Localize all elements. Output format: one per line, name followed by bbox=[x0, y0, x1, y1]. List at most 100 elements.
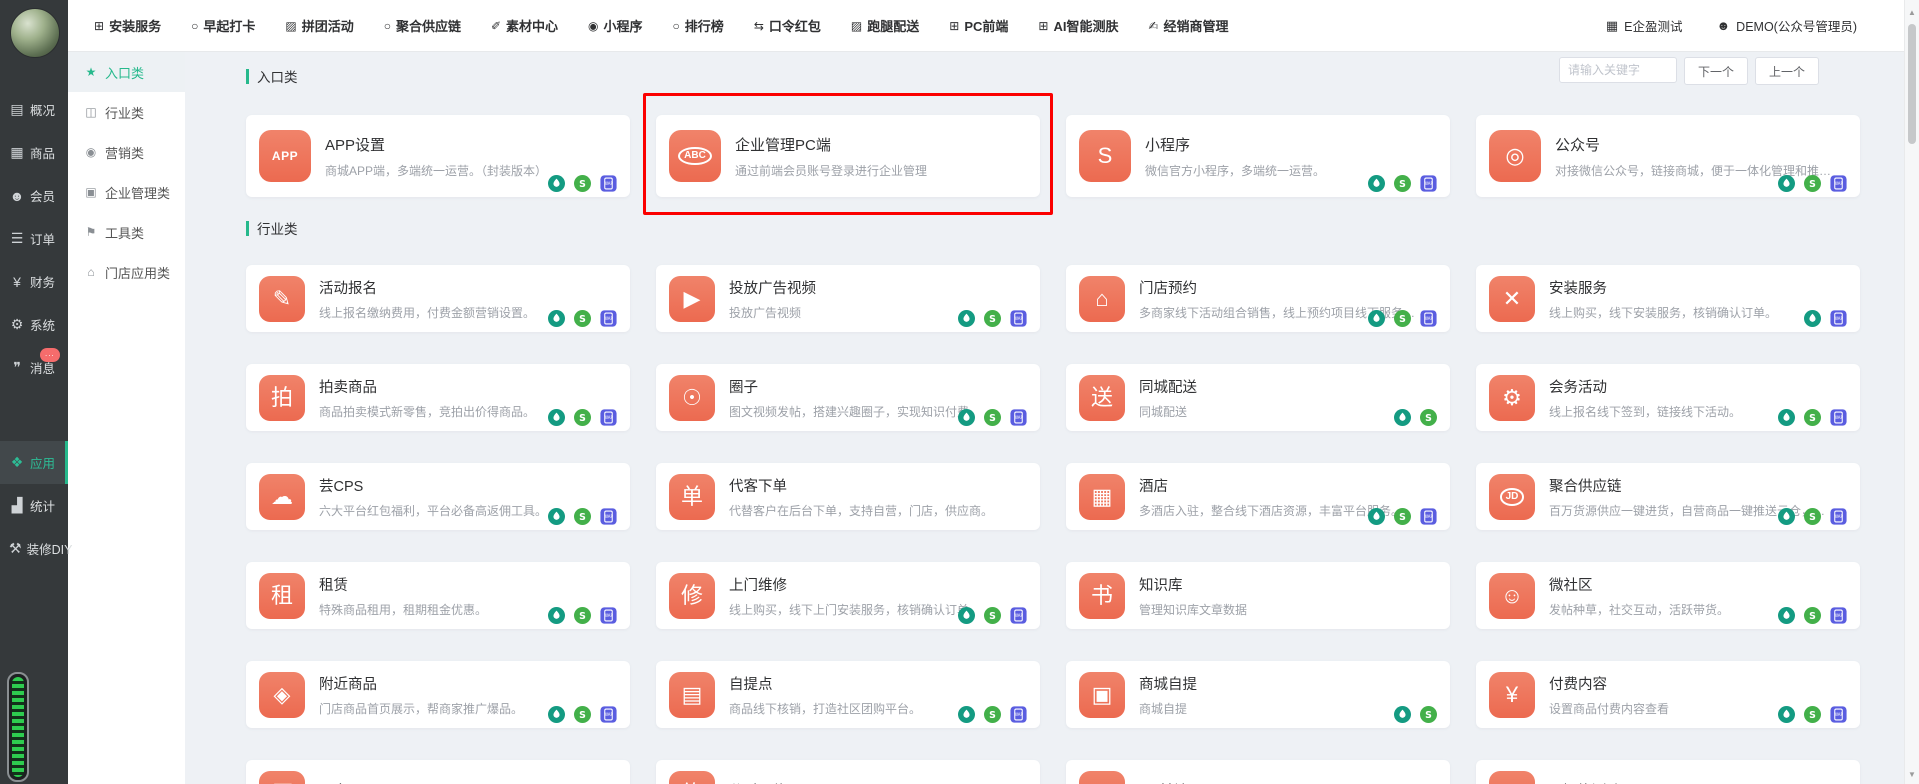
app-card-pc-frontend[interactable]: PCPC前端 bbox=[1066, 760, 1450, 784]
android-icon[interactable] bbox=[548, 607, 565, 624]
topnav-item-ranking[interactable]: ○排行榜 bbox=[673, 16, 724, 35]
app-card-yun-cps[interactable]: ☁芸CPS六大平台红包福利，平台必备高返佣工具。SWAP bbox=[246, 463, 630, 530]
android-icon[interactable] bbox=[958, 310, 975, 327]
android-icon[interactable] bbox=[1394, 706, 1411, 723]
android-icon[interactable] bbox=[1368, 508, 1385, 525]
app-card-auction-goods[interactable]: 拍拍卖商品商品拍卖模式新零售，竞拍出价得商品。SWAP bbox=[246, 364, 630, 431]
topbar-workspace[interactable]: ▦E企盈测试 bbox=[1606, 16, 1683, 35]
app-card-pickup-point[interactable]: ▤自提点商品线下核销，打造社区团购平台。SWAP bbox=[656, 661, 1040, 728]
app-card-hotel[interactable]: ▦酒店多酒店入驻，整合线下酒店资源，丰富平台服务。SWAP bbox=[1066, 463, 1450, 530]
app-card-ad-video[interactable]: ▶投放广告视频投放广告视频SWAP bbox=[656, 265, 1040, 332]
topnav-item-pc-frontend[interactable]: ⊞PC前端 bbox=[949, 16, 1008, 35]
miniprogram-icon[interactable]: S bbox=[574, 409, 591, 426]
topnav-item-group-buy-activity[interactable]: ▨拼团活动 bbox=[285, 16, 353, 35]
topnav-item-supply-chain[interactable]: ○聚合供应链 bbox=[384, 16, 461, 35]
wap-icon[interactable]: WAP bbox=[600, 508, 617, 525]
app-card-knowledge-base[interactable]: 书知识库管理知识库文章数据 bbox=[1066, 562, 1450, 629]
avatar[interactable] bbox=[10, 8, 60, 58]
miniprogram-icon[interactable]: S bbox=[1804, 175, 1821, 192]
catnav-item-tools-category[interactable]: ⚑工具类 bbox=[68, 212, 185, 252]
app-card-official-account[interactable]: ◎公众号对接微信公众号，链接商城，便于一体化管理和推广。SWAP bbox=[1476, 115, 1860, 197]
topnav-item-errand-delivery[interactable]: ▨跑腿配送 bbox=[851, 16, 919, 35]
wap-icon[interactable]: WAP bbox=[1420, 175, 1437, 192]
app-card-install-service[interactable]: ✕安装服务线上购买，线下安装服务，核销确认订单。WAP bbox=[1476, 265, 1860, 332]
wap-icon[interactable]: WAP bbox=[1010, 607, 1027, 624]
catnav-item-marketing-category[interactable]: ◉营销类 bbox=[68, 132, 185, 172]
app-card-mall-pickup[interactable]: ▣商城自提商城自提S bbox=[1066, 661, 1450, 728]
wap-icon[interactable]: WAP bbox=[600, 175, 617, 192]
wap-icon[interactable]: WAP bbox=[1830, 175, 1847, 192]
miniprogram-icon[interactable]: S bbox=[1804, 706, 1821, 723]
wap-icon[interactable]: WAP bbox=[1830, 607, 1847, 624]
wap-icon[interactable]: WAP bbox=[1830, 310, 1847, 327]
app-card-enterprise-pc[interactable]: ABC企业管理PC端通过前端会员账号登录进行企业管理 bbox=[656, 115, 1040, 197]
app-card-city-delivery[interactable]: 送同城配送同城配送S bbox=[1066, 364, 1450, 431]
android-icon[interactable] bbox=[548, 706, 565, 723]
miniprogram-icon[interactable]: S bbox=[1420, 706, 1437, 723]
android-icon[interactable] bbox=[958, 607, 975, 624]
android-icon[interactable] bbox=[1778, 175, 1795, 192]
app-card-paid-content[interactable]: ¥付费内容设置商品付费内容查看SWAP bbox=[1476, 661, 1860, 728]
android-icon[interactable] bbox=[1368, 175, 1385, 192]
sidebar-item-statistics[interactable]: ▟统计 bbox=[0, 484, 68, 527]
sidebar-item-orders[interactable]: ☰订单 bbox=[0, 217, 68, 260]
android-icon[interactable] bbox=[548, 508, 565, 525]
wap-icon[interactable]: WAP bbox=[1420, 310, 1437, 327]
app-card-conference-activity[interactable]: ⚙会务活动线上报名线下签到，链接线下活动。SWAP bbox=[1476, 364, 1860, 431]
android-icon[interactable] bbox=[958, 706, 975, 723]
wap-icon[interactable]: WAP bbox=[1830, 508, 1847, 525]
wap-icon[interactable]: WAP bbox=[1830, 706, 1847, 723]
topnav-item-early-rise-checkin[interactable]: ○早起打卡 bbox=[191, 16, 255, 35]
topnav-item-miniprogram[interactable]: ◉小程序 bbox=[588, 16, 643, 35]
android-icon[interactable] bbox=[958, 409, 975, 426]
wap-icon[interactable]: WAP bbox=[600, 607, 617, 624]
topnav-item-material-center[interactable]: ✐素材中心 bbox=[491, 16, 558, 35]
android-icon[interactable] bbox=[1778, 508, 1795, 525]
android-icon[interactable] bbox=[1778, 409, 1795, 426]
miniprogram-icon[interactable]: S bbox=[574, 508, 591, 525]
topnav-item-ai-skin-test[interactable]: ⊞AI智能测肤 bbox=[1038, 16, 1118, 35]
android-icon[interactable] bbox=[548, 175, 565, 192]
miniprogram-icon[interactable]: S bbox=[984, 409, 1001, 426]
app-card-supply-chain[interactable]: JD聚合供应链百万货源供应一键进货，自营商品一键推送云仓，采销…SWAP bbox=[1476, 463, 1860, 530]
miniprogram-icon[interactable]: S bbox=[574, 607, 591, 624]
sidebar-item-overview[interactable]: ▤概况 bbox=[0, 88, 68, 131]
app-card-app-settings[interactable]: APPAPP设置商城APP端，多端统一运营。（封装版本）SWAP bbox=[246, 115, 630, 197]
miniprogram-icon[interactable]: S bbox=[984, 706, 1001, 723]
prev-button[interactable]: 上一个 bbox=[1755, 57, 1819, 85]
catnav-item-enterprise-category[interactable]: ▣企业管理类 bbox=[68, 172, 185, 212]
app-card-ai-skin-test[interactable]: AIAI智能测肤 bbox=[1476, 760, 1860, 784]
sidebar-item-apps[interactable]: ❖应用 bbox=[0, 441, 68, 484]
android-icon[interactable] bbox=[548, 409, 565, 426]
miniprogram-icon[interactable]: S bbox=[1804, 607, 1821, 624]
wap-icon[interactable]: WAP bbox=[1010, 409, 1027, 426]
miniprogram-icon[interactable]: S bbox=[1394, 508, 1411, 525]
app-card-nearby-goods[interactable]: ◈附近商品门店商品首页展示，帮商家推广爆品。SWAP bbox=[246, 661, 630, 728]
app-card-miniprogram[interactable]: S小程序微信官方小程序，多端统一运营。SWAP bbox=[1066, 115, 1450, 197]
topbar-user[interactable]: ☻DEMO(公众号管理员) bbox=[1716, 16, 1857, 35]
topnav-item-password-red-packet[interactable]: ⇆口令红包 bbox=[754, 16, 821, 35]
android-icon[interactable] bbox=[1778, 607, 1795, 624]
android-icon[interactable] bbox=[1368, 310, 1385, 327]
wap-icon[interactable]: WAP bbox=[600, 706, 617, 723]
sidebar-item-members[interactable]: ☻会员 bbox=[0, 174, 68, 217]
scroll-down-icon[interactable]: ▼ bbox=[1905, 768, 1919, 782]
wap-icon[interactable]: WAP bbox=[1010, 706, 1027, 723]
miniprogram-icon[interactable]: S bbox=[574, 310, 591, 327]
app-card-store-booking[interactable]: ⌂门店预约多商家线下活动组合销售，线上预约项目线下服务核销。SWAP bbox=[1066, 265, 1450, 332]
app-card-door-repair[interactable]: 修上门维修线上购买，线下上门安装服务，核销确认订单。SWAP bbox=[656, 562, 1040, 629]
next-button[interactable]: 下一个 bbox=[1684, 57, 1748, 85]
android-icon[interactable] bbox=[1394, 409, 1411, 426]
android-icon[interactable] bbox=[548, 310, 565, 327]
catnav-item-entry-category[interactable]: ★入口类 bbox=[68, 52, 185, 92]
app-card-rental[interactable]: 租租赁特殊商品租用，租期租金优惠。SWAP bbox=[246, 562, 630, 629]
app-card-activity-signup[interactable]: ✎活动报名线上报名缴纳费用，付费金额营销设置。SWAP bbox=[246, 265, 630, 332]
scroll-up-icon[interactable]: ▲ bbox=[1905, 6, 1919, 20]
wap-icon[interactable]: WAP bbox=[1830, 409, 1847, 426]
app-card-micro-community[interactable]: ☺微社区发帖种草，社交互动，活跃带货。SWAP bbox=[1476, 562, 1860, 629]
wap-icon[interactable]: WAP bbox=[600, 310, 617, 327]
miniprogram-icon[interactable]: S bbox=[574, 706, 591, 723]
miniprogram-icon[interactable]: S bbox=[984, 607, 1001, 624]
miniprogram-icon[interactable]: S bbox=[574, 175, 591, 192]
vertical-scrollbar[interactable]: ▲ ▼ bbox=[1904, 0, 1919, 784]
